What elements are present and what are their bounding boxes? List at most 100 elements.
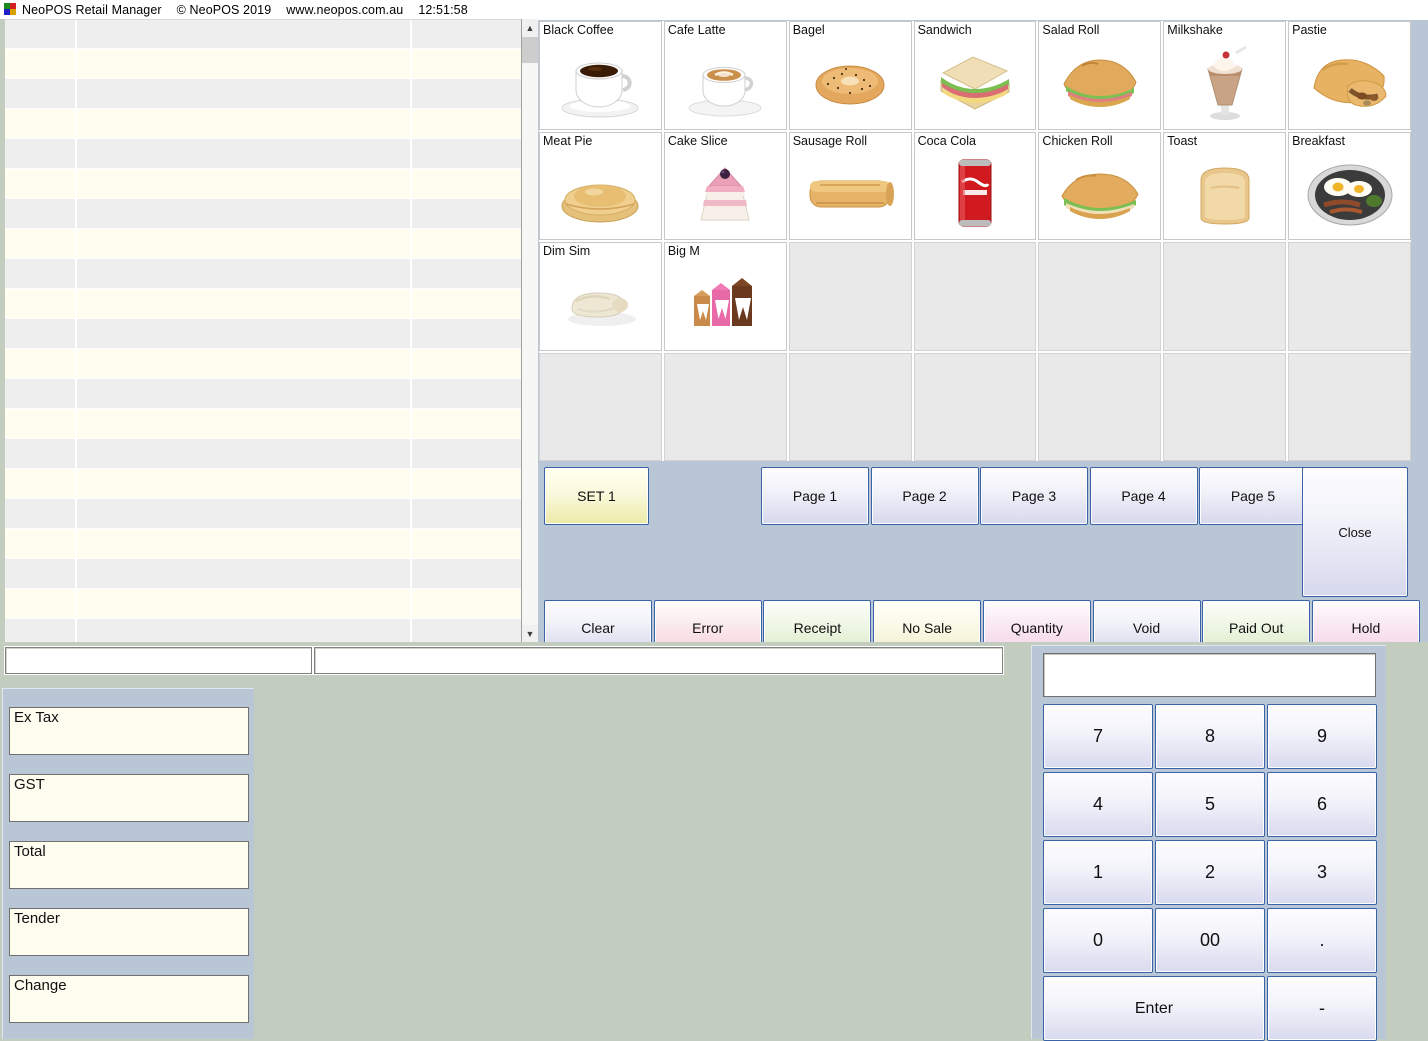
cell-amount xyxy=(412,79,521,109)
keypad-key-6[interactable]: 6 xyxy=(1267,772,1377,837)
keypad-key-4[interactable]: 4 xyxy=(1043,772,1153,837)
product-tile[interactable]: Toast xyxy=(1163,131,1287,240)
product-tile[interactable]: Milkshake xyxy=(1163,21,1287,130)
product-tile-empty[interactable] xyxy=(1288,352,1411,461)
cell-description xyxy=(77,229,412,259)
product-tile-empty[interactable] xyxy=(663,352,787,461)
keypad-key-2[interactable]: 2 xyxy=(1155,840,1265,905)
scroll-down-icon[interactable]: ▼ xyxy=(522,625,538,642)
keypad-minus-button[interactable]: - xyxy=(1267,976,1377,1041)
product-tile[interactable]: Chicken Roll xyxy=(1038,131,1162,240)
keypad-key-9[interactable]: 9 xyxy=(1267,704,1377,769)
product-tile-empty[interactable] xyxy=(1038,352,1162,461)
scrollbar-thumb[interactable] xyxy=(522,37,538,63)
product-tile[interactable]: Cafe Latte xyxy=(663,21,787,130)
keypad-key-0[interactable]: 0 xyxy=(1043,908,1153,973)
cell-qty xyxy=(0,79,77,109)
sale-grid-scrollbar[interactable]: ▲ ▼ xyxy=(521,19,538,642)
product-tile[interactable]: Cake Slice xyxy=(663,131,787,240)
total-field-total: Total xyxy=(9,841,249,889)
keypad-display[interactable] xyxy=(1043,653,1376,697)
table-row[interactable] xyxy=(0,79,537,109)
scrollbar-track[interactable] xyxy=(522,63,538,625)
keypad-key-3[interactable]: 3 xyxy=(1267,840,1377,905)
product-tile[interactable]: Bagel xyxy=(788,21,912,130)
page-button-1[interactable]: Page 1 xyxy=(761,467,869,525)
product-label: Bagel xyxy=(792,23,825,37)
table-row[interactable] xyxy=(0,199,537,229)
product-tile-empty[interactable] xyxy=(1038,242,1162,351)
keypad-key-decimal[interactable]: . xyxy=(1267,908,1377,973)
breakfast-image xyxy=(1289,150,1410,238)
product-tile-empty[interactable] xyxy=(788,242,912,351)
keypad-key-00[interactable]: 00 xyxy=(1155,908,1265,973)
product-tile-empty[interactable] xyxy=(539,352,662,461)
table-row[interactable] xyxy=(0,469,537,499)
cell-description xyxy=(77,469,412,499)
page-button-3[interactable]: Page 3 xyxy=(980,467,1088,525)
product-tile[interactable]: Sandwich xyxy=(913,21,1037,130)
product-label: Sandwich xyxy=(917,23,972,37)
product-tile[interactable]: Breakfast xyxy=(1288,131,1411,240)
toast-image xyxy=(1164,150,1285,238)
table-row[interactable] xyxy=(0,529,537,559)
scroll-up-icon[interactable]: ▲ xyxy=(522,19,538,36)
sale-items-grid[interactable] xyxy=(0,19,538,642)
table-row[interactable] xyxy=(0,619,537,642)
table-row[interactable] xyxy=(0,19,537,49)
product-tile[interactable]: Coca Cola xyxy=(913,131,1037,240)
table-row[interactable] xyxy=(0,139,537,169)
close-button[interactable]: Close xyxy=(1302,467,1408,597)
cell-description xyxy=(77,319,412,349)
product-tile-empty[interactable] xyxy=(1288,242,1411,351)
table-row[interactable] xyxy=(0,229,537,259)
page-button-4[interactable]: Page 4 xyxy=(1089,467,1198,525)
product-label: Sausage Roll xyxy=(792,133,868,148)
table-row[interactable] xyxy=(0,409,537,439)
product-tile-empty[interactable] xyxy=(788,352,912,461)
cell-amount xyxy=(412,499,521,529)
table-row[interactable] xyxy=(0,289,537,319)
website-link[interactable]: www.neopos.com.au xyxy=(286,3,403,17)
cell-amount xyxy=(412,469,521,499)
product-label: Cafe Latte xyxy=(667,23,726,37)
barcode-input[interactable] xyxy=(5,647,312,674)
page-button-5[interactable]: Page 5 xyxy=(1199,467,1307,525)
product-tile-empty[interactable] xyxy=(1163,352,1287,461)
keypad-key-1[interactable]: 1 xyxy=(1043,840,1153,905)
product-label: Meat Pie xyxy=(543,133,593,148)
app-title: NeoPOS Retail Manager xyxy=(22,2,162,17)
description-input[interactable] xyxy=(314,647,1003,674)
keypad-key-7[interactable]: 7 xyxy=(1043,704,1153,769)
table-row[interactable] xyxy=(0,349,537,379)
keypad-enter-button[interactable]: Enter xyxy=(1043,976,1265,1041)
product-tile-empty[interactable] xyxy=(1163,242,1287,351)
product-tile[interactable]: Salad Roll xyxy=(1038,21,1162,130)
set-1-button[interactable]: SET 1 xyxy=(544,467,649,525)
product-tile[interactable]: Meat Pie xyxy=(539,131,662,240)
product-tile-empty[interactable] xyxy=(913,352,1037,461)
table-row[interactable] xyxy=(0,109,537,139)
product-label: Dim Sim xyxy=(543,244,591,258)
table-row[interactable] xyxy=(0,49,537,79)
table-row[interactable] xyxy=(0,589,537,619)
product-tile[interactable]: Black Coffee xyxy=(539,21,662,130)
product-tile[interactable]: Dim Sim xyxy=(539,242,662,351)
product-tile-empty[interactable] xyxy=(913,242,1037,351)
product-tile[interactable]: Big M xyxy=(663,242,787,351)
table-row[interactable] xyxy=(0,169,537,199)
keypad-key-8[interactable]: 8 xyxy=(1155,704,1265,769)
table-row[interactable] xyxy=(0,259,537,289)
keypad-key-5[interactable]: 5 xyxy=(1155,772,1265,837)
chicken-roll-image xyxy=(1039,150,1160,238)
table-row[interactable] xyxy=(0,499,537,529)
product-tile[interactable]: Pastie xyxy=(1288,21,1411,130)
coca-cola-image xyxy=(915,150,1036,238)
table-row[interactable] xyxy=(0,559,537,589)
product-tile[interactable]: Sausage Roll xyxy=(788,131,912,240)
table-row[interactable] xyxy=(0,379,537,409)
cell-description xyxy=(77,409,412,439)
page-button-2[interactable]: Page 2 xyxy=(870,467,979,525)
table-row[interactable] xyxy=(0,439,537,469)
table-row[interactable] xyxy=(0,319,537,349)
